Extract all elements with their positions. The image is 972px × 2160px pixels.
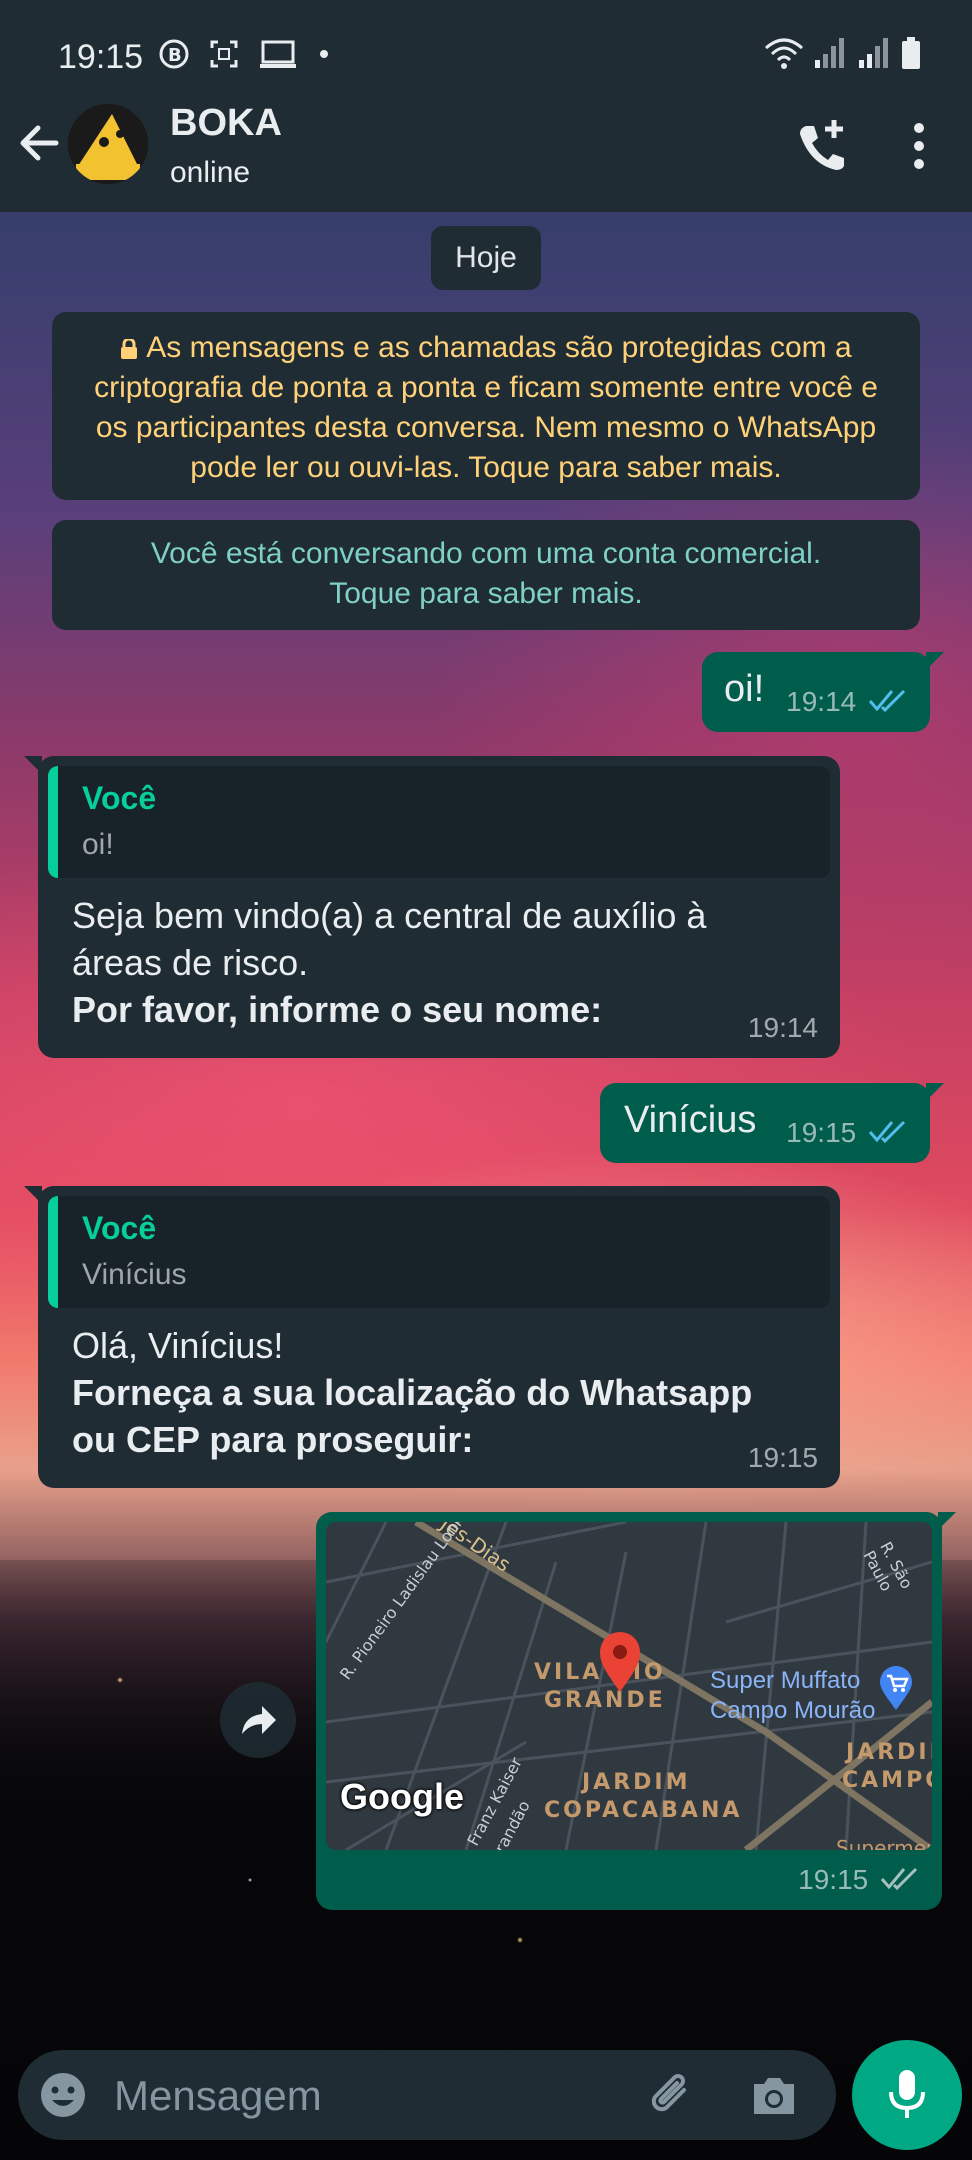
phone-plus-icon [800,120,844,170]
b-icon: B [159,39,190,69]
location-pin-icon [600,1632,640,1692]
quote-author: Você [82,780,157,816]
signal-icon [858,38,888,68]
quote-author: Você [82,1210,157,1246]
svg-text:B: B [168,45,190,66]
message-body: Seja bem vindo(a) a central de auxílio à… [72,892,706,1033]
emoji-button[interactable] [38,2070,88,2120]
message-bold-line: Por favor, informe o seu nome: [72,989,603,1030]
microphone-icon [889,2070,925,2118]
forward-arrow-icon [242,1706,276,1734]
message-time: 19:14 [786,686,857,717]
bubble-tail [24,1186,42,1204]
double-check-icon [880,1867,918,1891]
poi-name: Campo Mourão [710,1697,876,1724]
message-line: Seja bem vindo(a) a central de auxílio à [72,895,707,936]
message-bubble-outgoing[interactable]: Vinícius 19:15 [600,1083,944,1163]
double-check-icon [868,689,906,713]
message-bubble-incoming[interactable]: Você Vinícius Olá, Vinícius! Forneça a s… [24,1186,840,1488]
map-area-label: COPACABANA [544,1798,743,1823]
message-bubble-outgoing[interactable]: oi! 19:14 [702,652,944,732]
chat-header: 19:15 B BOKA online [0,0,972,212]
message-time: 19:15 [747,1442,818,1473]
contact-name[interactable]: BOKA [170,102,282,145]
lock-icon [121,339,138,359]
quoted-message[interactable]: Você oi! [48,766,830,878]
bubble-tail [938,1512,956,1530]
message-line: áreas de risco. [72,942,309,983]
voice-message-button[interactable] [852,2040,962,2150]
message-meta: 19:14 [786,686,908,718]
shopping-cart-icon [880,1666,912,1710]
paperclip-icon [651,2074,686,2112]
forward-button[interactable] [220,1682,296,1758]
status-left-icons: B [158,38,331,74]
camera-icon [754,2078,794,2114]
double-check-icon [868,1120,906,1144]
status-bar: 19:15 B [58,30,922,80]
message-meta: 19:15 [786,1117,908,1149]
camera-button[interactable] [748,2070,800,2122]
message-time: 19:15 [798,1864,869,1895]
more-vert-icon [914,123,924,169]
message-composer: Mensagem [18,2050,836,2140]
quoted-message[interactable]: Você Vinícius [48,1196,830,1308]
dot-icon [320,50,329,58]
screenshot-icon [210,40,238,68]
message-meta: 19:15 [798,1864,920,1896]
street-label: Supermerc [836,1836,932,1850]
business-notice-line1: Você está conversando com uma conta come… [150,537,822,570]
status-time: 19:15 [58,38,144,76]
bubble-tail [24,756,42,774]
encryption-notice[interactable]: As mensagens e as chamadas são protegida… [52,312,920,500]
attach-button[interactable] [644,2068,700,2124]
signal-icon [815,38,845,68]
business-account-notice[interactable]: Você está conversando com uma conta come… [52,520,920,630]
quote-text: Vinícius [82,1258,187,1291]
message-bold-line: Forneça a sua localização do Whatsapp [72,1372,753,1413]
message-text: Vinícius [624,1099,757,1141]
bubble-tail [926,652,944,670]
emoji-icon [41,2073,85,2117]
message-bubble-incoming[interactable]: Você oi! Seja bem vindo(a) a central de … [24,756,840,1058]
message-line: Olá, Vinícius! [72,1325,284,1366]
battery-icon [902,37,920,69]
location-map[interactable]: Jes-Dias R. Pioneiro Ladislau Lonkoski R… [326,1522,932,1850]
add-call-button[interactable] [796,118,846,174]
google-attribution: Google [340,1776,464,1817]
wifi-icon [764,38,803,69]
map-area-label: JARDIM [846,1740,932,1765]
back-button[interactable] [16,118,60,168]
map-area-label: JARDIM [582,1770,691,1795]
date-chip: Hoje [431,226,541,290]
location-message-bubble[interactable]: Jes-Dias R. Pioneiro Ladislau Lonkoski R… [316,1512,956,1910]
cast-icon [259,40,296,68]
status-right-icons [764,36,922,79]
message-time: 19:14 [747,1012,818,1043]
bubble-tail [926,1083,944,1101]
message-input[interactable]: Mensagem [114,2072,322,2120]
boka-logo-icon [68,104,148,184]
map-area-label: CAMPO [842,1768,932,1793]
arrow-left-icon [20,125,59,161]
message-text: oi! [724,668,765,710]
message-time: 19:15 [786,1117,857,1148]
encryption-notice-text: As mensagens e as chamadas são protegida… [94,331,878,484]
message-body: Olá, Vinícius! Forneça a sua localização… [72,1322,752,1463]
message-bold-line: ou CEP para proseguir: [72,1419,474,1460]
overflow-menu-button[interactable] [904,120,934,172]
quote-text: oi! [82,828,114,861]
avatar[interactable] [68,104,148,184]
contact-status: online [170,156,251,189]
map-poi: Super Muffato Campo Mourão [710,1666,875,1726]
business-notice-line2: Toque para saber mais. [329,577,643,610]
poi-name: Super Muffato [710,1667,861,1694]
